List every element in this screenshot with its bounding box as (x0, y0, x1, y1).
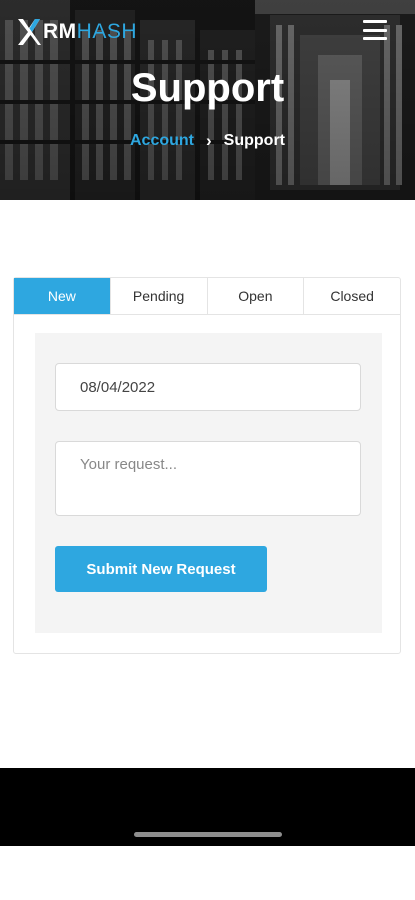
home-indicator[interactable] (134, 832, 282, 837)
xrmhash-logo[interactable]: RM HASH (16, 16, 137, 48)
chevron-right-icon: › (206, 131, 212, 150)
tab-new[interactable]: New (14, 278, 111, 314)
support-tabs: New Pending Open Closed (14, 278, 400, 315)
request-textarea[interactable] (55, 441, 361, 516)
breadcrumb: Account › Support (0, 131, 415, 151)
logo-x-mark-icon (18, 19, 41, 45)
breadcrumb-link-account[interactable]: Account (130, 132, 194, 150)
support-card: New Pending Open Closed Submit New Reque… (13, 277, 401, 654)
breadcrumb-current: Support (223, 132, 285, 149)
menu-line (363, 20, 387, 23)
menu-line (363, 37, 387, 40)
page-title: Support (130, 66, 285, 110)
logo-text-hash: HASH (76, 20, 138, 43)
logo-text-rm: RM (43, 20, 77, 43)
tab-pending[interactable]: Pending (111, 278, 208, 314)
hamburger-menu-icon[interactable] (363, 20, 387, 40)
tab-open[interactable]: Open (208, 278, 305, 314)
new-request-form: Submit New Request (35, 333, 382, 633)
submit-request-button[interactable]: Submit New Request (55, 546, 267, 592)
date-field[interactable] (55, 363, 361, 411)
menu-line (363, 28, 387, 32)
tab-closed[interactable]: Closed (304, 278, 400, 314)
hero-header: RM HASH Support Account › Support (0, 0, 415, 200)
system-navigation-bar (0, 768, 415, 846)
